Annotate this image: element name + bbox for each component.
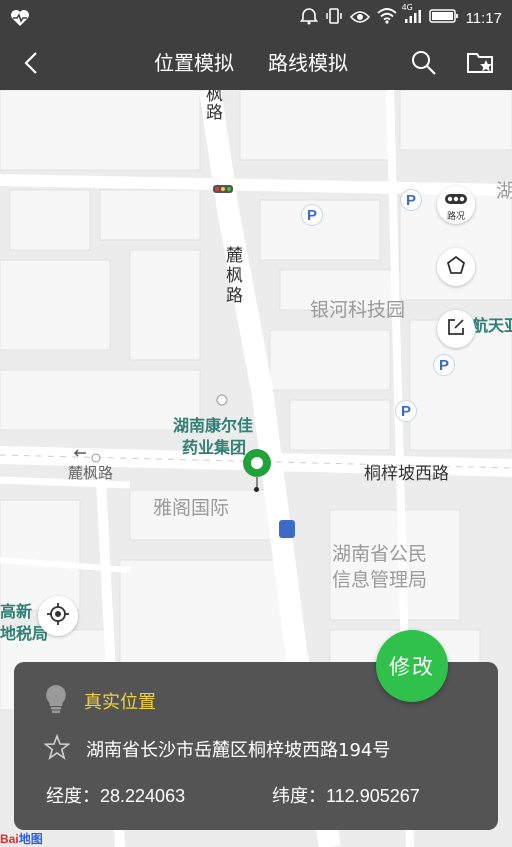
lightbulb-icon: [44, 684, 68, 718]
latitude-text: 经度：28.224063: [46, 786, 186, 806]
signal-icon: 4G: [402, 3, 422, 28]
app-bar: 位置模拟 路线模拟: [0, 36, 512, 90]
map-label-road-right: 桐梓坡西路: [364, 464, 449, 484]
alarm-icon: [299, 7, 318, 29]
map-label-road-top: 枫路: [206, 90, 223, 123]
map-label-road-left: 麓枫路: [68, 464, 114, 482]
map-label-yinhe: 银河科技园: [310, 299, 406, 321]
edit-icon: [446, 317, 466, 341]
back-arrow-icon[interactable]: [18, 49, 48, 77]
traffic-icon: [445, 189, 467, 208]
baidu-map-logo: Bai地图: [0, 832, 43, 846]
eye-icon: [349, 9, 370, 28]
status-bar: 4G 11:17: [0, 0, 512, 36]
map-label-kangerjia-2: 药业集团: [182, 438, 247, 457]
modify-button[interactable]: 修改: [376, 630, 448, 702]
tab-location-simulation[interactable]: 位置模拟: [154, 49, 234, 77]
real-location-title: 真实位置: [84, 692, 156, 713]
location-pin-dot: [254, 487, 259, 492]
pentagon-icon: [446, 255, 466, 279]
map-label-road-vertical: 麓枫路: [226, 246, 243, 306]
map-label-edge-hu: 湖: [496, 180, 512, 202]
map-label-gongmin-1: 湖南省公民: [332, 543, 428, 565]
edit-map-button[interactable]: [437, 310, 475, 348]
folder-star-icon[interactable]: [466, 50, 496, 80]
wifi-icon: [376, 8, 397, 28]
map-label-gongmin-2: 信息管理局: [332, 569, 428, 591]
traffic-button[interactable]: 路况: [437, 186, 475, 224]
traffic-label: 路况: [446, 211, 465, 222]
map-label-kangerjia-1: 湖南康尔佳: [173, 416, 254, 435]
tab-route-simulation[interactable]: 路线模拟: [268, 49, 348, 77]
parking-marker[interactable]: P: [433, 354, 455, 376]
locate-icon: [46, 602, 70, 630]
address-text: 湖南省长沙市岳麓区桐梓坡西路194号: [86, 740, 391, 761]
star-outline-icon[interactable]: [43, 733, 71, 764]
vibrate-icon: [325, 7, 343, 29]
status-time: 11:17: [465, 9, 502, 27]
layer-button[interactable]: [437, 248, 475, 286]
heart-pulse-icon: [10, 9, 30, 31]
longitude-text: 纬度：112.905267: [272, 786, 420, 806]
battery-icon: [428, 8, 459, 28]
map-label-hangtian: 航天亚: [472, 316, 512, 335]
map-label-gaoxin-1: 高新: [0, 602, 33, 621]
locate-button[interactable]: [38, 596, 78, 636]
map-label-yage: 雅阁国际: [153, 497, 230, 519]
parking-marker[interactable]: P: [301, 204, 323, 226]
parking-marker[interactable]: P: [400, 189, 422, 211]
search-icon[interactable]: [410, 49, 438, 81]
location-pin[interactable]: [243, 449, 271, 477]
parking-marker[interactable]: P: [395, 400, 417, 422]
